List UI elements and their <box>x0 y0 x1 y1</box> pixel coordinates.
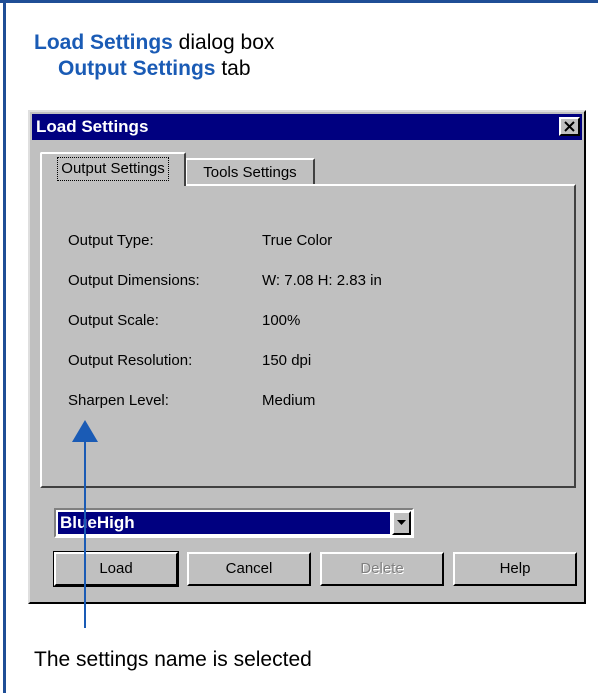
callout-arrow-icon <box>72 420 98 442</box>
load-button[interactable]: Load <box>53 551 179 587</box>
close-icon <box>564 121 575 132</box>
field-label: Output Type: <box>68 232 154 249</box>
field-label: Output Scale: <box>68 312 159 329</box>
caption-title: Load Settings dialog box <box>34 31 275 54</box>
dialog-title: Load Settings <box>36 117 149 136</box>
tab-output-settings[interactable]: Output Settings <box>40 152 186 186</box>
field-value: True Color <box>262 232 333 249</box>
tab-tools-settings[interactable]: Tools Settings <box>185 158 315 186</box>
field-value: W: 7.08 H: 2.83 in <box>262 272 382 289</box>
field-label: Output Dimensions: <box>68 272 200 289</box>
field-value: 150 dpi <box>262 352 312 369</box>
cancel-button[interactable]: Cancel <box>187 552 311 586</box>
dropdown-button[interactable] <box>392 511 411 535</box>
delete-button[interactable]: Delete <box>320 552 444 586</box>
dialog-titlebar: Load Settings <box>32 114 582 140</box>
page-frame-left <box>3 0 6 693</box>
help-button[interactable]: Help <box>453 552 577 586</box>
field-value: Medium <box>262 392 316 409</box>
close-button[interactable] <box>559 117 580 136</box>
field-label: Output Resolution: <box>68 352 193 369</box>
page-frame-top <box>0 0 598 3</box>
callout-line <box>84 438 86 628</box>
settings-name-combobox[interactable]: BlueHigh <box>54 508 414 538</box>
load-settings-dialog: Load Settings Output Settings Tools Sett… <box>28 110 586 604</box>
caption-subtitle: Output Settings tab <box>58 57 251 80</box>
chevron-down-icon <box>397 520 406 525</box>
field-value: 100% <box>262 312 301 329</box>
output-settings-panel: Output Type: True Color Output Dimension… <box>40 184 576 488</box>
settings-name-selected-text[interactable]: BlueHigh <box>58 512 390 534</box>
field-label: Sharpen Level: <box>68 392 169 409</box>
callout-text: The settings name is selected <box>34 648 312 671</box>
